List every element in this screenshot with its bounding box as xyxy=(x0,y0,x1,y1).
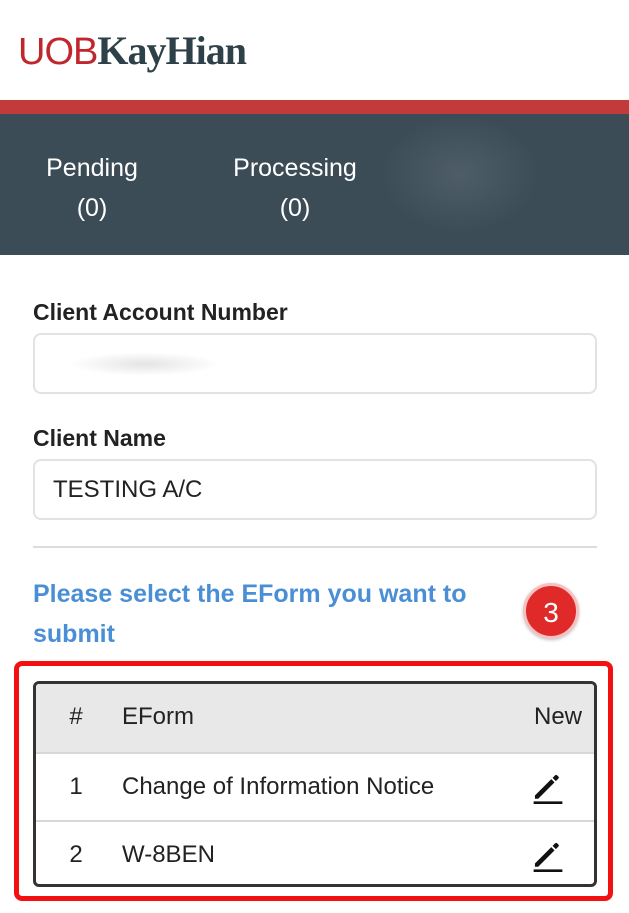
processing-status[interactable]: Processing (0) xyxy=(220,148,370,228)
column-header-number: # xyxy=(69,703,83,730)
row-number: 1 xyxy=(69,773,83,800)
pending-label: Pending xyxy=(46,154,138,182)
client-account-number-label: Client Account Number xyxy=(33,299,288,325)
table-row[interactable]: 1 Change of Information Notice xyxy=(36,752,594,820)
row-number: 2 xyxy=(69,841,83,868)
status-summary-bar: Pending (0) Processing (0) xyxy=(0,114,629,255)
table-row[interactable]: 2 W-8BEN xyxy=(36,820,594,884)
client-name-label: Client Name xyxy=(33,425,166,451)
pending-status[interactable]: Pending (0) xyxy=(34,148,150,228)
pencil-edit-icon[interactable] xyxy=(532,770,564,804)
table-header-row: # EForm New xyxy=(36,684,594,752)
client-name-input[interactable] xyxy=(33,459,597,520)
eform-table: # EForm New 1 Change of Information Noti… xyxy=(33,681,597,887)
brand-red-bar xyxy=(0,100,629,114)
step-number-badge: 3 xyxy=(523,583,579,639)
pending-count: (0) xyxy=(76,194,108,222)
eform-selection-prompt: Please select the EForm you want to subm… xyxy=(33,580,467,648)
eform-name: W-8BEN xyxy=(122,841,215,868)
background-watermark xyxy=(380,114,540,234)
uob-kayhian-logo: UOBKayHian xyxy=(18,28,247,73)
processing-label: Processing xyxy=(233,154,357,182)
processing-count: (0) xyxy=(279,194,311,222)
column-header-eform: EForm xyxy=(122,703,194,730)
pencil-edit-icon[interactable] xyxy=(532,838,564,872)
section-divider xyxy=(33,546,597,548)
redacted-account-number xyxy=(70,352,220,376)
eform-name: Change of Information Notice xyxy=(122,773,435,800)
column-header-new: New xyxy=(533,703,582,730)
app-header: UOBKayHian xyxy=(0,0,629,100)
